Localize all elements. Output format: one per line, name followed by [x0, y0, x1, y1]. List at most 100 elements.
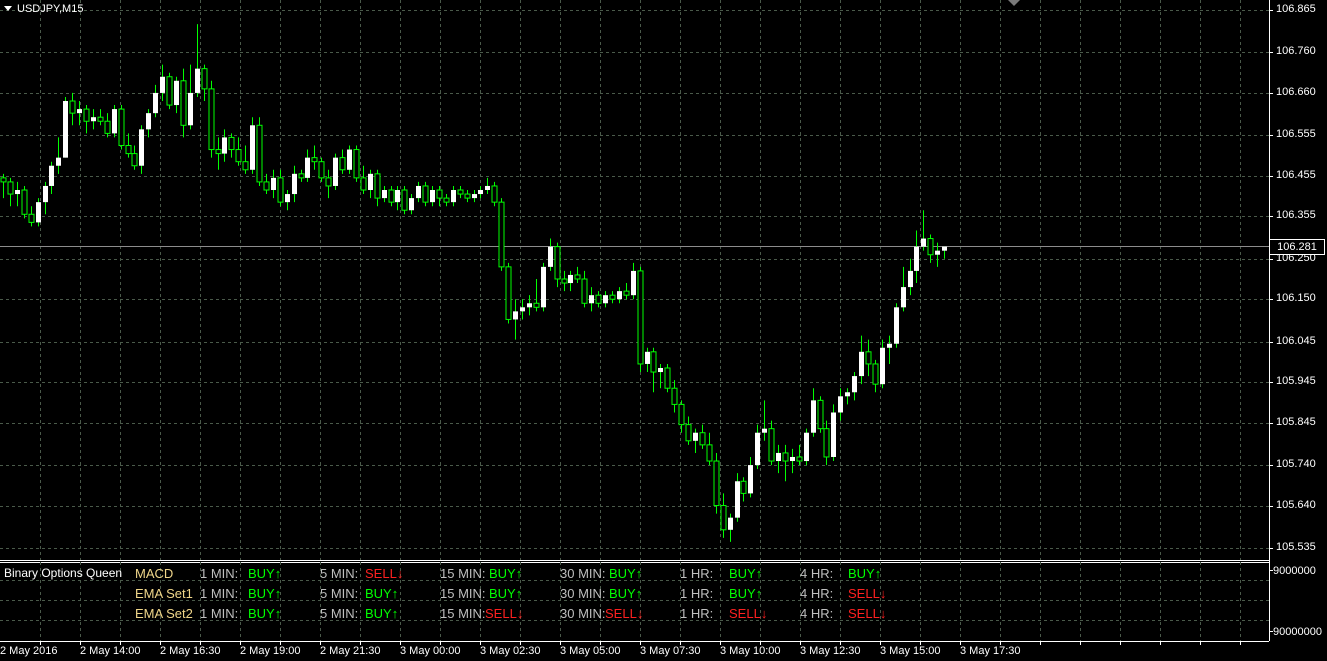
arrow-down-icon: ↓	[516, 606, 524, 621]
arrow-up-icon: ↑	[515, 566, 523, 581]
candle-bull	[804, 432, 809, 462]
indicator-row-name: EMA Set2	[135, 606, 193, 621]
buy-signal: BUY↑	[365, 606, 398, 621]
candle-bear	[388, 189, 395, 203]
time-label: 2 May 16:30	[160, 645, 221, 657]
arrow-up-icon: ↑	[874, 566, 882, 581]
timeframe-label: 5 MIN:	[320, 566, 359, 581]
arrow-up-icon: ↑	[391, 606, 399, 621]
candle-bear	[685, 424, 692, 442]
current-price-label: 106.281	[1269, 239, 1325, 255]
symbol-label[interactable]: USDJPY,M15	[4, 3, 83, 15]
price-label: 106.865	[1276, 3, 1316, 15]
candle-bear	[720, 505, 727, 531]
candle-bear	[491, 185, 498, 203]
time-label: 3 May 02:30	[480, 645, 541, 657]
timeframe-label: 15 MIN:	[440, 566, 486, 581]
arrow-up-icon: ↑	[391, 586, 399, 601]
indicator-row-name: MACD	[135, 566, 174, 581]
price-label: 106.045	[1276, 335, 1316, 347]
signal-text: SELL	[365, 566, 397, 581]
candle-bull	[728, 517, 733, 530]
candle-bull	[485, 185, 490, 191]
price-label: 106.150	[1276, 292, 1316, 304]
candle-bear	[796, 456, 803, 462]
candle-bear	[277, 177, 284, 203]
candle-bull	[292, 173, 297, 195]
candle-bull	[472, 194, 477, 199]
sell-signal: SELL↓	[485, 606, 523, 621]
time-label: 2 May 14:00	[80, 645, 141, 657]
buy-signal: BUY↑	[248, 566, 281, 581]
candle-bull	[56, 157, 61, 166]
signal-text: BUY	[248, 606, 275, 621]
price-label: 105.535	[1276, 541, 1316, 553]
time-label: 3 May 00:00	[400, 645, 461, 657]
candle-bear	[436, 189, 443, 199]
candle-bear	[180, 80, 187, 126]
candle-bull	[347, 149, 352, 170]
candle-bull	[160, 76, 165, 93]
timeframe-label: 1 HR:	[680, 566, 714, 581]
timeframe-label: 5 MIN:	[320, 606, 359, 621]
signal-text: BUY	[489, 566, 516, 581]
candle-bear	[21, 189, 28, 215]
candle-bear	[360, 177, 367, 191]
price-chart[interactable]	[0, 0, 1327, 661]
candle-bull	[748, 465, 753, 494]
candle-bear	[422, 185, 429, 203]
signal-text: BUY	[729, 586, 756, 601]
arrow-down-icon: ↓	[396, 566, 404, 581]
signal-text: SELL	[848, 586, 880, 601]
candle-bear	[208, 88, 215, 151]
candle-bear	[533, 302, 540, 308]
candle-bull	[146, 113, 151, 130]
candle-bear	[464, 193, 471, 199]
candle-bull	[188, 92, 193, 126]
candle-bull	[305, 157, 310, 178]
symbol-text: USDJPY,M15	[17, 3, 84, 15]
candle-bear	[505, 266, 512, 320]
candle-bear	[581, 278, 588, 304]
sub-window-scale-label: 9000000	[1273, 565, 1316, 577]
signal-text: BUY	[729, 566, 756, 581]
candle-bull	[880, 347, 885, 385]
candle-bear	[104, 120, 111, 134]
candle-bear	[561, 278, 568, 284]
candle-bear	[242, 161, 249, 171]
candle-bear	[97, 116, 104, 122]
candle-bear	[678, 403, 685, 426]
candle-bull	[908, 270, 913, 288]
candle-bull	[735, 481, 740, 518]
candle-bull	[603, 295, 608, 304]
candle-bull	[935, 250, 940, 255]
candle-bull	[852, 376, 857, 393]
signal-text: BUY	[609, 586, 636, 601]
buy-signal: BUY↑	[489, 586, 522, 601]
price-label: 105.640	[1276, 499, 1316, 511]
candle-bear	[623, 290, 630, 296]
candle-bull	[250, 125, 255, 170]
candle-bear	[28, 213, 35, 223]
candle-bear	[256, 124, 263, 183]
candle-bear	[318, 161, 325, 179]
signal-text: SELL	[848, 606, 880, 621]
candle-bull	[451, 190, 456, 203]
buy-signal: BUY↑	[609, 566, 642, 581]
signal-text: SELL	[605, 606, 637, 621]
candle-bear	[311, 157, 318, 163]
time-label: 3 May 12:30	[800, 645, 861, 657]
price-label: 106.355	[1276, 209, 1316, 221]
candle-bull	[589, 295, 594, 304]
buy-signal: BUY↑	[248, 586, 281, 601]
buy-signal: BUY↑	[729, 586, 762, 601]
price-label: 106.660	[1276, 86, 1316, 98]
candle-bear	[865, 351, 872, 365]
candle-bull	[43, 185, 48, 203]
timeframe-label: 1 MIN:	[200, 566, 239, 581]
signal-text: BUY	[848, 566, 875, 581]
timeframe-label: 5 MIN:	[320, 586, 359, 601]
arrow-down-icon: ↓	[879, 586, 887, 601]
candle-bear	[118, 108, 125, 147]
time-label: 2 May 21:30	[320, 645, 381, 657]
